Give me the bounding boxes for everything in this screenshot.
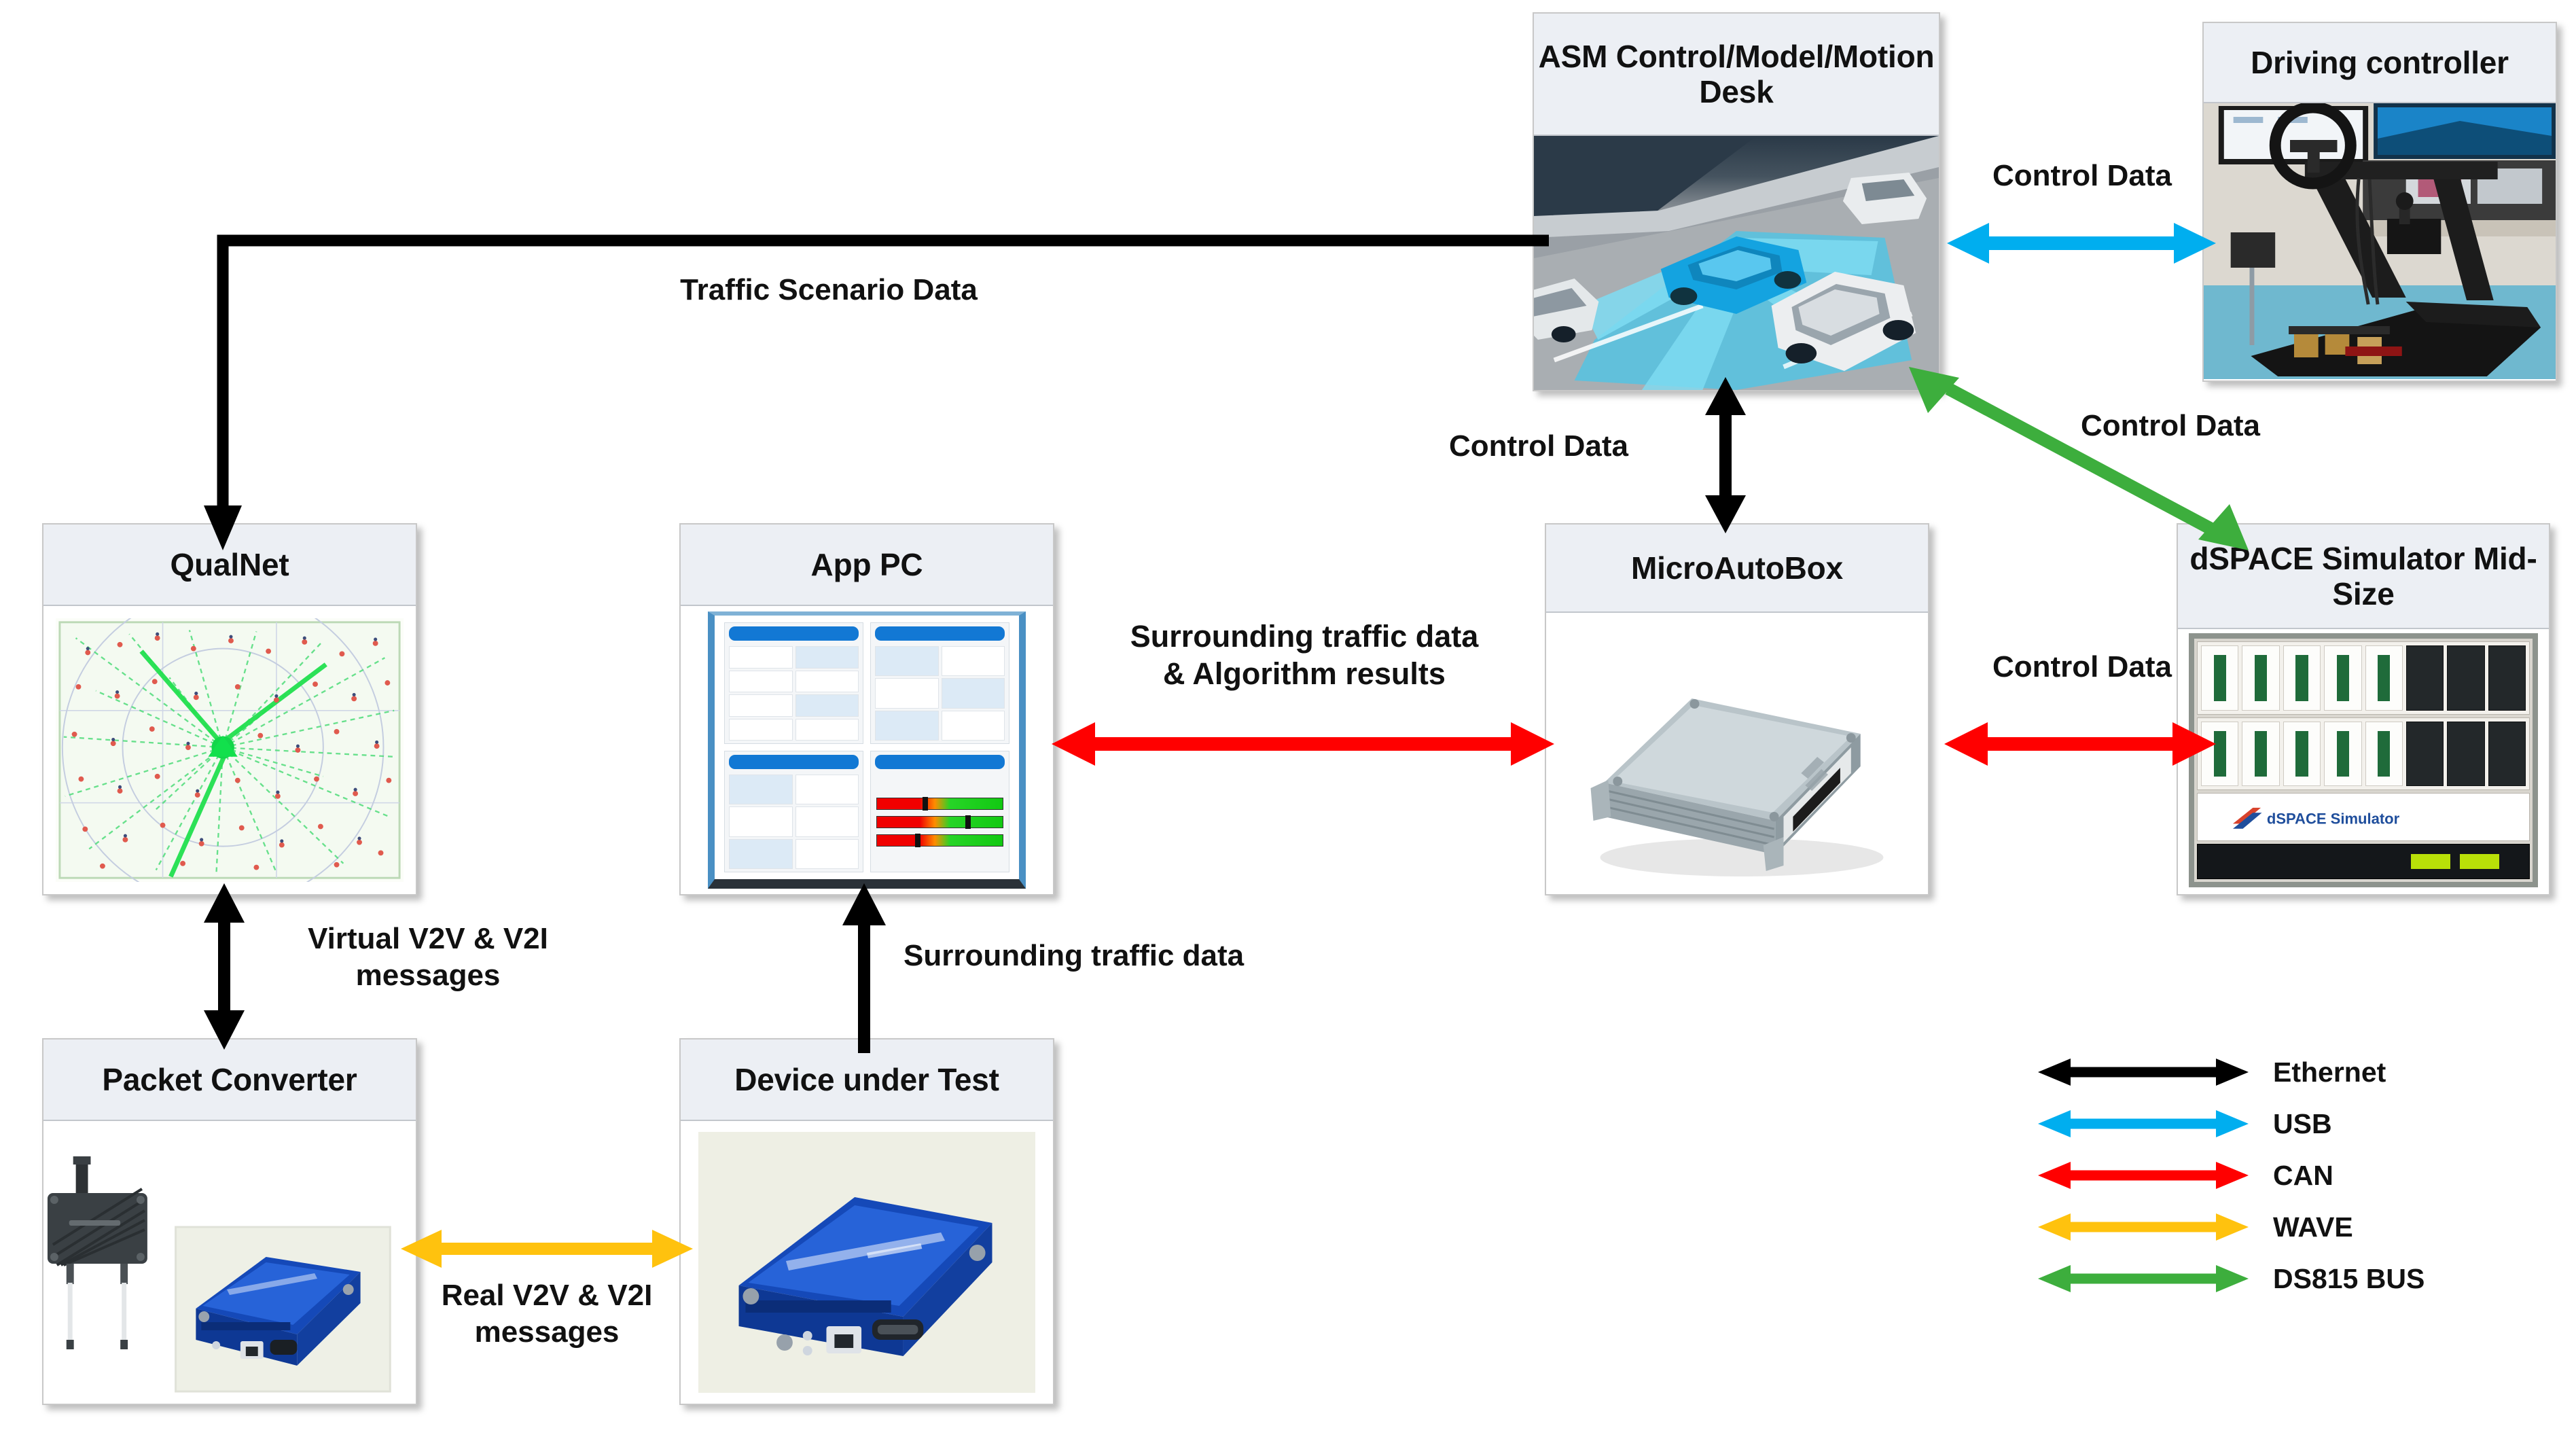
edge-apppc-microautobox-arrow (1052, 717, 1554, 771)
node-asm[interactable]: ASM Control/Model/Motion Desk (1533, 12, 1940, 391)
legend-item-ds815-bus: DS815 BUS (2038, 1253, 2425, 1304)
node-device-under-test[interactable]: Device under Test (679, 1038, 1054, 1405)
edge-packet-dut-arrow (401, 1223, 693, 1275)
node-asm-image (1534, 136, 1939, 390)
edge-label-asm-dspace: Control Data (2081, 409, 2260, 442)
edge-label-packet-dut: Real V2V & V2I messages (441, 1279, 653, 1349)
edge-label-microautobox-dspace: Control Data (1992, 650, 2172, 683)
legend-arrow-usb (2038, 1109, 2249, 1139)
legend-arrow-wave (2038, 1212, 2249, 1242)
node-device-under-test-image (681, 1121, 1053, 1404)
panel-header-bar (729, 626, 859, 641)
gauge-bar (876, 815, 1003, 829)
dspace-logo-panel: dSPACE Simulator (2197, 793, 2530, 841)
edge-label-traffic-scenario: Traffic Scenario Data (680, 273, 978, 306)
legend-item-usb: USB (2038, 1098, 2425, 1150)
legend-label-wave: WAVE (2273, 1211, 2353, 1243)
dspace-card-row (2197, 641, 2530, 715)
edge-asm-dspace-arrow (1909, 367, 2249, 550)
app-pc-panel-gauges (870, 751, 1009, 872)
node-microautobox-title: MicroAutoBox (1546, 525, 1928, 613)
node-driving-controller-image (2204, 103, 2556, 379)
gauge-bar (876, 833, 1003, 847)
legend: Ethernet USB CAN WAVE DS815 BUS (2038, 1046, 2425, 1304)
legend-label-ethernet: Ethernet (2273, 1056, 2386, 1088)
edge-microautobox-dspace-arrow (1944, 717, 2216, 771)
legend-arrow-ethernet (2038, 1057, 2249, 1087)
app-pc-panel-bottom-left (724, 751, 863, 872)
edge-label-dut-apppc: Surrounding traffic data (904, 939, 1245, 972)
edge-asm-microautobox-arrow (1698, 377, 1753, 533)
edge-qualnet-packet-arrow (197, 883, 251, 1050)
dspace-logo-text: dSPACE Simulator (2267, 810, 2400, 827)
edge-label-apppc-microautobox: Surrounding traffic data & Algorithm res… (1130, 619, 1479, 691)
legend-arrow-ds815-bus (2038, 1264, 2249, 1294)
node-microautobox[interactable]: MicroAutoBox (1545, 523, 1929, 895)
node-app-pc-image (681, 606, 1053, 894)
node-qualnet-image (43, 606, 416, 894)
app-pc-right-pane (870, 622, 1009, 872)
app-pc-panel-top-left (724, 622, 863, 744)
legend-label-ds815-bus: DS815 BUS (2273, 1262, 2425, 1294)
dspace-card-row (2197, 717, 2530, 791)
node-driving-controller-title: Driving controller (2204, 23, 2556, 103)
legend-item-ethernet: Ethernet (2038, 1046, 2425, 1098)
node-microautobox-image (1546, 613, 1928, 894)
legend-item-can: CAN (2038, 1150, 2425, 1201)
panel-header-bar (875, 755, 1005, 769)
edge-label-asm-driving: Control Data (1992, 159, 2172, 192)
node-driving-controller[interactable]: Driving controller (2202, 22, 2557, 382)
legend-arrow-can (2038, 1160, 2249, 1190)
node-packet-converter-image (43, 1121, 416, 1404)
legend-item-wave: WAVE (2038, 1201, 2425, 1253)
edge-dut-apppc-arrow (837, 883, 891, 1053)
edge-asm-driving-arrow (1947, 216, 2216, 270)
edge-label-qualnet-packet: Virtual V2V & V2I messages (308, 922, 548, 992)
legend-label-can: CAN (2273, 1159, 2333, 1191)
panel-header-bar (875, 626, 1005, 641)
panel-header-bar (729, 755, 859, 769)
node-qualnet[interactable]: QualNet (42, 523, 417, 895)
diagram-canvas: Traffic Scenario Data Control Data Contr… (0, 0, 2576, 1439)
edge-label-asm-microautobox: Control Data (1449, 429, 1628, 463)
node-packet-converter-title: Packet Converter (43, 1040, 416, 1121)
node-dspace-simulator[interactable]: dSPACE Simulator Mid-Size dSPACE Simulat… (2177, 523, 2550, 895)
node-app-pc[interactable]: App PC (679, 523, 1054, 895)
app-pc-panel-top-right (870, 622, 1009, 744)
node-packet-converter[interactable]: Packet Converter (42, 1038, 417, 1405)
legend-label-usb: USB (2273, 1107, 2332, 1139)
app-pc-left-pane (724, 622, 863, 872)
node-asm-title: ASM Control/Model/Motion Desk (1534, 14, 1939, 136)
gauge-bar (876, 796, 1003, 811)
dspace-bottom-panel (2197, 843, 2530, 879)
